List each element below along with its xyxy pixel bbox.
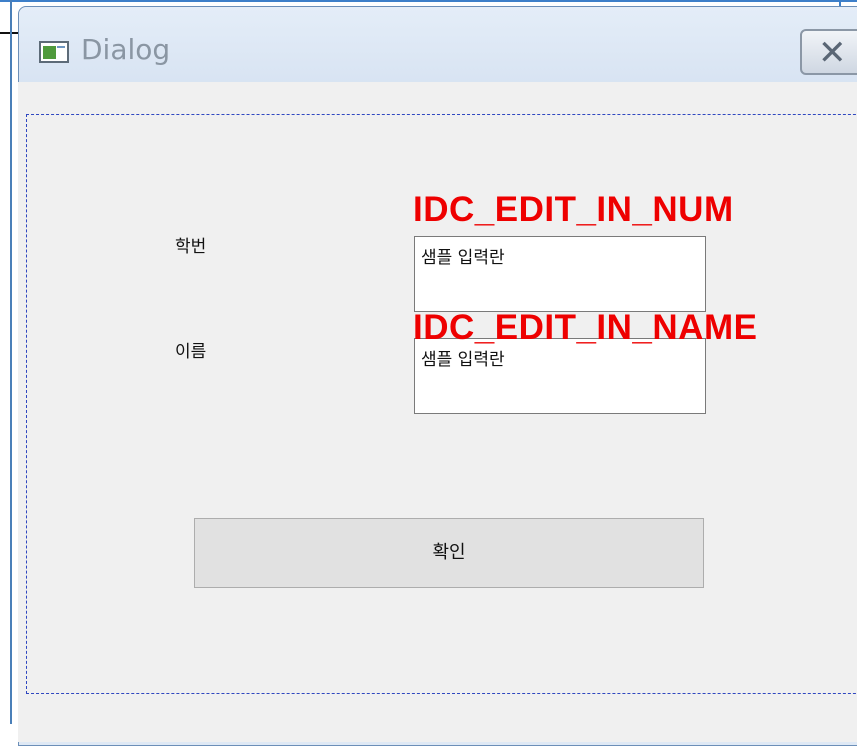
annotation-edit-in-name: IDC_EDIT_IN_NAME <box>413 308 758 347</box>
name-label: 이름 <box>175 342 207 362</box>
confirm-button[interactable]: 확인 <box>194 518 704 588</box>
dialog-client-area: 학번 이름 샘플 입력란 샘플 입력란 IDC_EDIT_IN_NUM IDC_… <box>18 82 857 742</box>
student-id-label: 학번 <box>175 237 207 257</box>
student-id-input[interactable]: 샘플 입력란 <box>414 236 706 312</box>
close-icon: ✕ <box>818 33 847 73</box>
annotation-edit-in-num: IDC_EDIT_IN_NUM <box>413 190 734 229</box>
window-title: Dialog <box>81 33 171 66</box>
title-bar[interactable]: Dialog ✕ <box>19 7 857 89</box>
close-button[interactable]: ✕ <box>800 29 857 75</box>
background-top-line <box>0 0 857 2</box>
app-window-icon <box>39 41 69 63</box>
background-left-line <box>10 0 12 724</box>
name-input[interactable]: 샘플 입력란 <box>414 338 706 414</box>
